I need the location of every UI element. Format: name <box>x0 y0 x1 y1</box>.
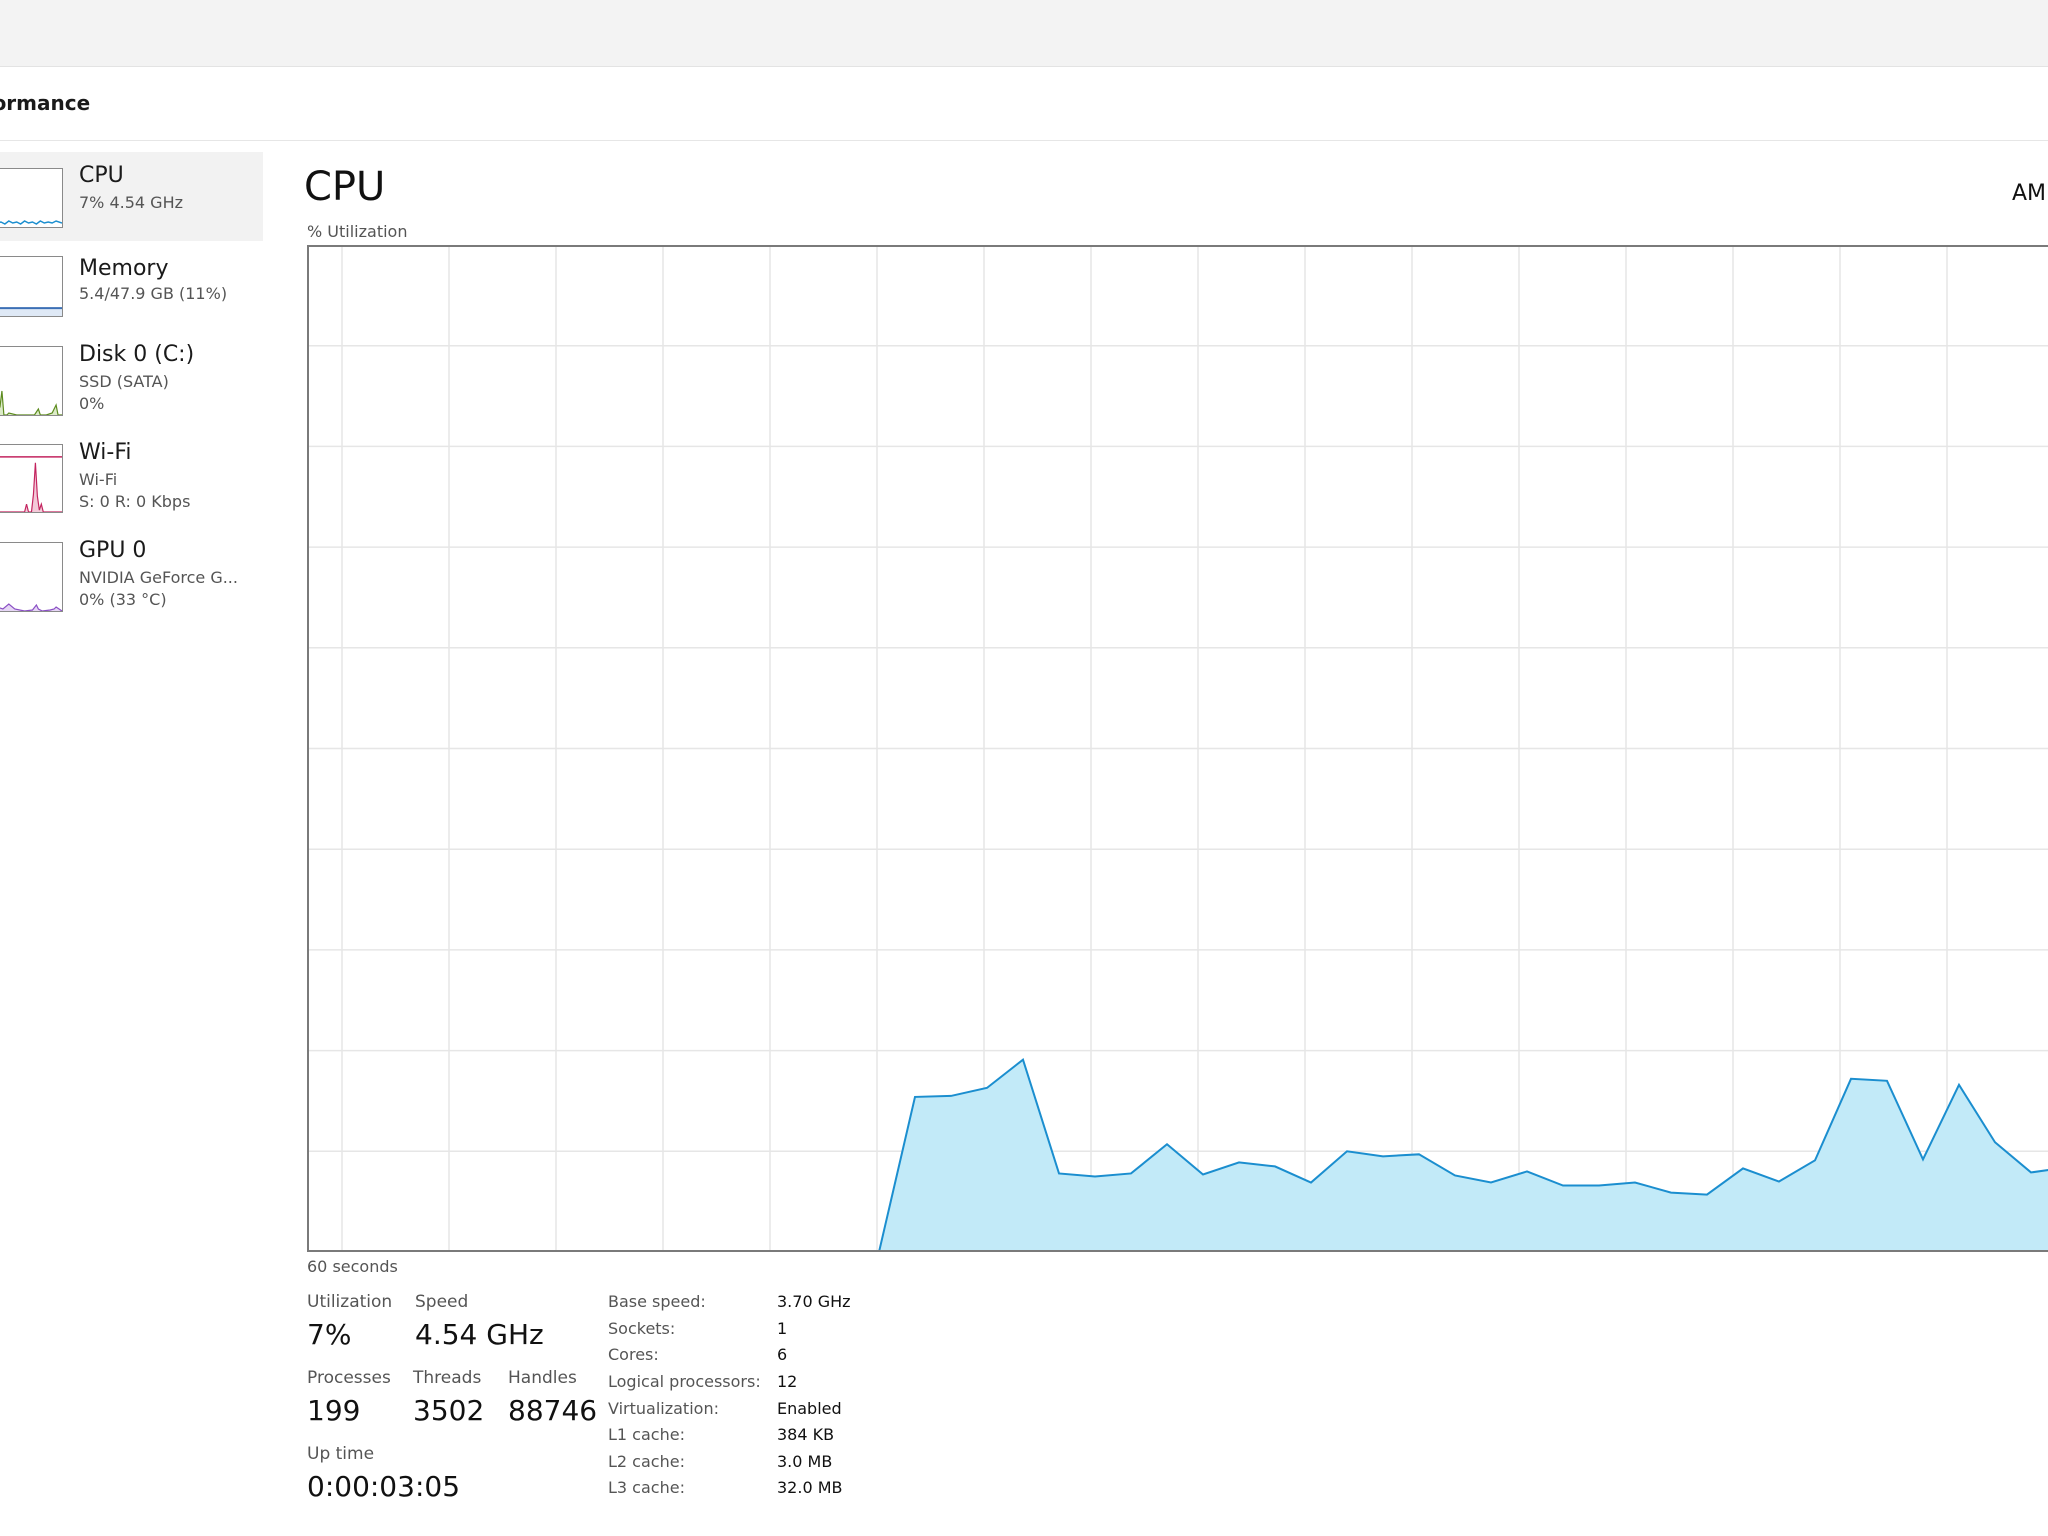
threads-value: 3502 <box>413 1394 485 1427</box>
sidebar-item-detail-2: S: 0 R: 0 Kbps <box>79 492 191 511</box>
window-title-bar <box>0 0 2048 67</box>
cpu-utilization-graph <box>307 245 2048 1252</box>
sidebar-item-label: CPU <box>79 163 124 188</box>
processes-label: Processes <box>307 1368 391 1388</box>
sidebar-item-label: Memory <box>79 256 169 281</box>
spec-value: 3.70 GHz <box>777 1292 851 1311</box>
handles-value: 88746 <box>508 1394 598 1427</box>
spec-value: 1 <box>777 1319 788 1338</box>
speed-value: 4.54 GHz <box>415 1318 544 1351</box>
spec-label: Cores: <box>608 1345 659 1364</box>
spec-label: L2 cache: <box>608 1452 685 1471</box>
main-title: CPU <box>304 164 386 210</box>
cpu-thumbnail-graph <box>0 168 63 228</box>
sidebar-item-label: Wi-Fi <box>79 440 132 465</box>
spec-value: 384 KB <box>777 1425 835 1444</box>
spec-value: 3.0 MB <box>777 1452 833 1471</box>
sidebar-item-detail: 5.4/47.9 GB (11%) <box>79 284 228 303</box>
spec-label: Logical processors: <box>608 1372 761 1391</box>
sidebar-item-detail-2: 0% <box>79 394 105 413</box>
sidebar-item-cpu[interactable]: CPU 7% 4.54 GHz <box>0 152 263 241</box>
uptime-value: 0:00:03:05 <box>307 1470 461 1503</box>
spec-label: Base speed: <box>608 1292 706 1311</box>
spec-label: Virtualization: <box>608 1399 719 1418</box>
spec-value: Enabled <box>777 1399 842 1418</box>
sidebar-item-detail-2: 0% (33 °C) <box>79 590 167 609</box>
spec-value: 12 <box>777 1372 798 1391</box>
spec-label: Sockets: <box>608 1319 676 1338</box>
page-title: rformance <box>0 91 91 115</box>
processes-value: 199 <box>307 1394 361 1427</box>
sidebar-item-detail: SSD (SATA) <box>79 372 169 391</box>
sidebar-item-label: Disk 0 (C:) <box>79 342 195 367</box>
uptime-label: Up time <box>307 1444 375 1464</box>
spec-value: 6 <box>777 1345 788 1364</box>
handles-label: Handles <box>508 1368 577 1388</box>
sidebar-item-detail: Wi-Fi <box>79 470 118 489</box>
wifi-graph-thumbnail <box>0 444 63 513</box>
spec-label: L1 cache: <box>608 1425 685 1444</box>
utilization-label: Utilization <box>307 1292 393 1312</box>
disk-graph-thumbnail <box>0 346 63 416</box>
cpu-model-name: AM <box>2012 181 2047 206</box>
sidebar-item-detail: NVIDIA GeForce G... <box>79 568 238 587</box>
spec-value: 32.0 MB <box>777 1478 843 1497</box>
sidebar-item-label: GPU 0 <box>79 538 147 563</box>
graph-duration-label: 60 seconds <box>307 1257 398 1276</box>
utilization-value: 7% <box>307 1318 352 1351</box>
spec-label: L3 cache: <box>608 1478 685 1497</box>
utilization-axis-label: % Utilization <box>307 222 408 241</box>
page-header: rformance <box>0 67 2048 141</box>
threads-label: Threads <box>413 1368 482 1388</box>
gpu-graph-thumbnail <box>0 542 63 612</box>
memory-graph-thumbnail <box>0 256 63 317</box>
speed-label: Speed <box>415 1292 469 1312</box>
sidebar-item-detail: 7% 4.54 GHz <box>79 193 184 212</box>
